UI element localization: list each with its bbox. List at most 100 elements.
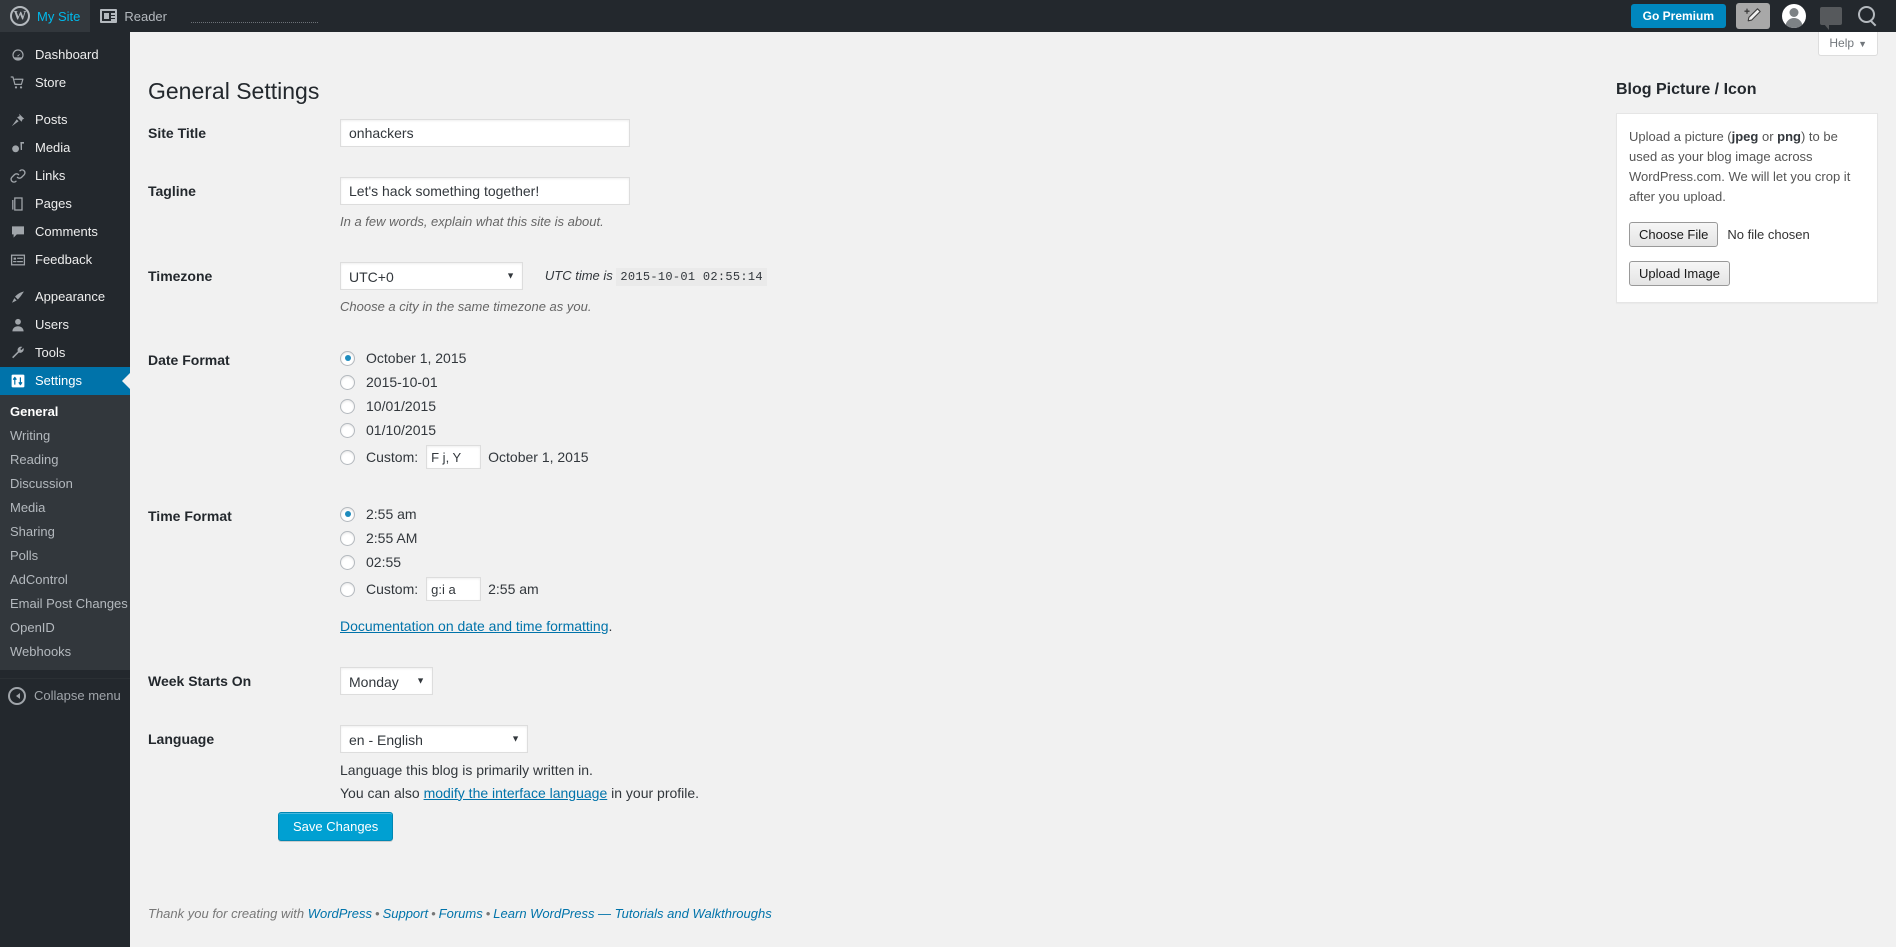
radio-date-format-0[interactable] bbox=[340, 350, 355, 366]
time-format-option-2[interactable]: 02:55 bbox=[340, 550, 1268, 574]
date-format-custom-input[interactable] bbox=[426, 445, 482, 470]
sidebar-subitem-writing[interactable]: Writing bbox=[0, 424, 130, 448]
date-format-option-0[interactable]: October 1, 2015 bbox=[340, 346, 1268, 370]
sidebar-item-pages[interactable]: Pages bbox=[0, 190, 130, 218]
date-format-label-2: 10/01/2015 bbox=[366, 397, 437, 414]
radio-time-format-2[interactable] bbox=[340, 554, 355, 570]
label-timezone: Timezone bbox=[148, 267, 213, 284]
sidebar-subitem-discussion[interactable]: Discussion bbox=[0, 472, 130, 496]
time-format-option-0[interactable]: 2:55 am bbox=[340, 502, 1268, 526]
row-tagline: Tagline In a few words, explain what thi… bbox=[148, 162, 1278, 247]
blog-picture-card: Upload a picture (jpeg or png) to be use… bbox=[1616, 113, 1878, 303]
footer-learn-link[interactable]: Learn WordPress — Tutorials and Walkthro… bbox=[493, 906, 771, 921]
time-format-option-1[interactable]: 2:55 AM bbox=[340, 526, 1268, 550]
sidebar-item-settings[interactable]: Settings bbox=[0, 367, 130, 395]
modify-interface-language-link[interactable]: modify the interface language bbox=[424, 785, 608, 801]
sidebar-item-dashboard[interactable]: Dashboard bbox=[0, 41, 130, 69]
footer-wordpress-link[interactable]: WordPress bbox=[308, 906, 372, 921]
sidebar-subitem-general[interactable]: General bbox=[0, 400, 130, 424]
blog-picture-panel: Blog Picture / Icon Upload a picture (jp… bbox=[1616, 80, 1878, 303]
chevron-down-icon: ▼ bbox=[511, 733, 520, 744]
footer-sep-1: • bbox=[375, 906, 380, 921]
language-select[interactable]: en - English ▼ bbox=[340, 725, 528, 754]
footer-forums-link[interactable]: Forums bbox=[439, 906, 483, 921]
field-week-starts-on: Monday ▼ bbox=[330, 652, 1278, 710]
radio-time-format-0[interactable] bbox=[340, 506, 355, 522]
sidebar-subitem-webhooks[interactable]: Webhooks bbox=[0, 640, 130, 664]
week-starts-on-select[interactable]: Monday ▼ bbox=[340, 667, 433, 696]
save-changes-button[interactable]: Save Changes bbox=[278, 812, 394, 841]
blog-picture-title: Blog Picture / Icon bbox=[1616, 81, 1757, 98]
date-time-doc-row: Documentation on date and time formattin… bbox=[340, 616, 1268, 637]
date-time-documentation-link[interactable]: Documentation on date and time formattin… bbox=[340, 618, 609, 634]
sidebar-item-users[interactable]: Users bbox=[0, 311, 130, 339]
profile-prefix: You can also bbox=[340, 784, 424, 801]
row-time-format: Time Format 2:55 am 2:55 AM 02:55 Custom… bbox=[148, 487, 1278, 652]
admin-bar-my-site[interactable]: My Site bbox=[0, 0, 91, 32]
sidebar-subitem-sharing[interactable]: Sharing bbox=[0, 520, 130, 544]
sidebar-item-media[interactable]: Media bbox=[0, 134, 130, 162]
choose-file-button[interactable]: Choose File bbox=[1629, 221, 1719, 247]
comment-bubble-icon[interactable] bbox=[1820, 7, 1842, 30]
radio-date-format-2[interactable] bbox=[340, 398, 355, 414]
radio-time-format-custom[interactable] bbox=[340, 581, 355, 597]
avatar[interactable] bbox=[1782, 4, 1806, 28]
sidebar-item-posts[interactable]: Posts bbox=[0, 106, 130, 134]
sidebar-item-store[interactable]: Store bbox=[0, 69, 130, 97]
settings-icon bbox=[8, 371, 28, 391]
date-format-option-3[interactable]: 01/10/2015 bbox=[340, 418, 1268, 442]
radio-date-format-custom[interactable] bbox=[340, 449, 355, 465]
footer-support-link[interactable]: Support bbox=[383, 906, 429, 921]
new-post-pencil-icon[interactable] bbox=[1736, 3, 1770, 29]
reader-icon bbox=[100, 9, 118, 23]
date-format-option-2[interactable]: 10/01/2015 bbox=[340, 394, 1268, 418]
row-timezone: Timezone UTC+0 ▼ UTC time is 2015-10-01 … bbox=[148, 247, 1278, 332]
radio-date-format-3[interactable] bbox=[340, 422, 355, 438]
help-tab[interactable]: Help ▼ bbox=[1818, 32, 1878, 56]
site-title-input[interactable] bbox=[340, 119, 630, 147]
sidebar-subitem-reading[interactable]: Reading bbox=[0, 448, 130, 472]
sidebar-item-label: Dashboard bbox=[35, 47, 99, 62]
time-format-custom-preview: 2:55 am bbox=[488, 580, 539, 597]
time-format-option-custom[interactable]: Custom: 2:55 am bbox=[340, 574, 1268, 604]
sidebar-subitem-email-post-changes[interactable]: Email Post Changes bbox=[0, 592, 130, 616]
tagline-input[interactable] bbox=[340, 177, 630, 206]
time-format-custom-input[interactable] bbox=[426, 577, 482, 602]
date-format-label-3: 01/10/2015 bbox=[366, 421, 437, 438]
go-premium-button[interactable]: Go Premium bbox=[1630, 4, 1726, 28]
date-format-option-1[interactable]: 2015-10-01 bbox=[340, 370, 1268, 394]
collapse-menu-button[interactable]: Collapse menu bbox=[0, 678, 130, 712]
date-format-option-custom[interactable]: Custom: October 1, 2015 bbox=[340, 442, 1268, 472]
sidebar-item-label: Pages bbox=[35, 196, 72, 211]
sidebar-item-tools[interactable]: Tools bbox=[0, 339, 130, 367]
admin-bar-reader[interactable]: Reader bbox=[90, 0, 177, 32]
field-date-format: October 1, 2015 2015-10-01 10/01/2015 01… bbox=[330, 331, 1278, 487]
upload-image-button[interactable]: Upload Image bbox=[1629, 260, 1730, 286]
sidebar-subitem-openid[interactable]: OpenID bbox=[0, 616, 130, 640]
sidebar-item-appearance[interactable]: Appearance bbox=[0, 283, 130, 311]
sidebar-item-links[interactable]: Links bbox=[0, 162, 130, 190]
radio-time-format-1[interactable] bbox=[340, 530, 355, 546]
footer: Thank you for creating with WordPress • Su… bbox=[148, 906, 772, 921]
language-description-line2: You can also modify the interface langua… bbox=[340, 782, 1268, 804]
tagline-description: In a few words, explain what this site i… bbox=[340, 214, 604, 230]
timezone-select[interactable]: UTC+0 ▼ bbox=[340, 261, 523, 290]
label-week-starts-on: Week Starts On bbox=[148, 673, 252, 690]
file-input-row: Choose File No file chosen bbox=[1629, 221, 1865, 247]
utc-time-display: UTC time is 2015-10-01 02:55:14 bbox=[545, 266, 767, 286]
bp-desc-1: Upload a picture ( bbox=[1629, 129, 1732, 144]
time-format-label-2: 02:55 bbox=[366, 553, 402, 570]
search-icon[interactable] bbox=[1858, 6, 1878, 26]
sidebar-subitem-media[interactable]: Media bbox=[0, 496, 130, 520]
radio-date-format-1[interactable] bbox=[340, 374, 355, 390]
sidebar-subitem-polls[interactable]: Polls bbox=[0, 544, 130, 568]
sidebar-item-label: Settings bbox=[35, 373, 82, 388]
chevron-down-icon: ▼ bbox=[506, 269, 515, 280]
date-format-custom-preview: October 1, 2015 bbox=[488, 448, 589, 465]
help-tab-label: Help bbox=[1829, 36, 1855, 50]
row-language: Language en - English ▼ Language this bl… bbox=[148, 710, 1278, 819]
sidebar-item-comments[interactable]: Comments bbox=[0, 218, 130, 246]
footer-thanks: Thank you for creating with bbox=[148, 906, 305, 921]
sidebar-subitem-adcontrol[interactable]: AdControl bbox=[0, 568, 130, 592]
sidebar-item-feedback[interactable]: Feedback bbox=[0, 246, 130, 274]
